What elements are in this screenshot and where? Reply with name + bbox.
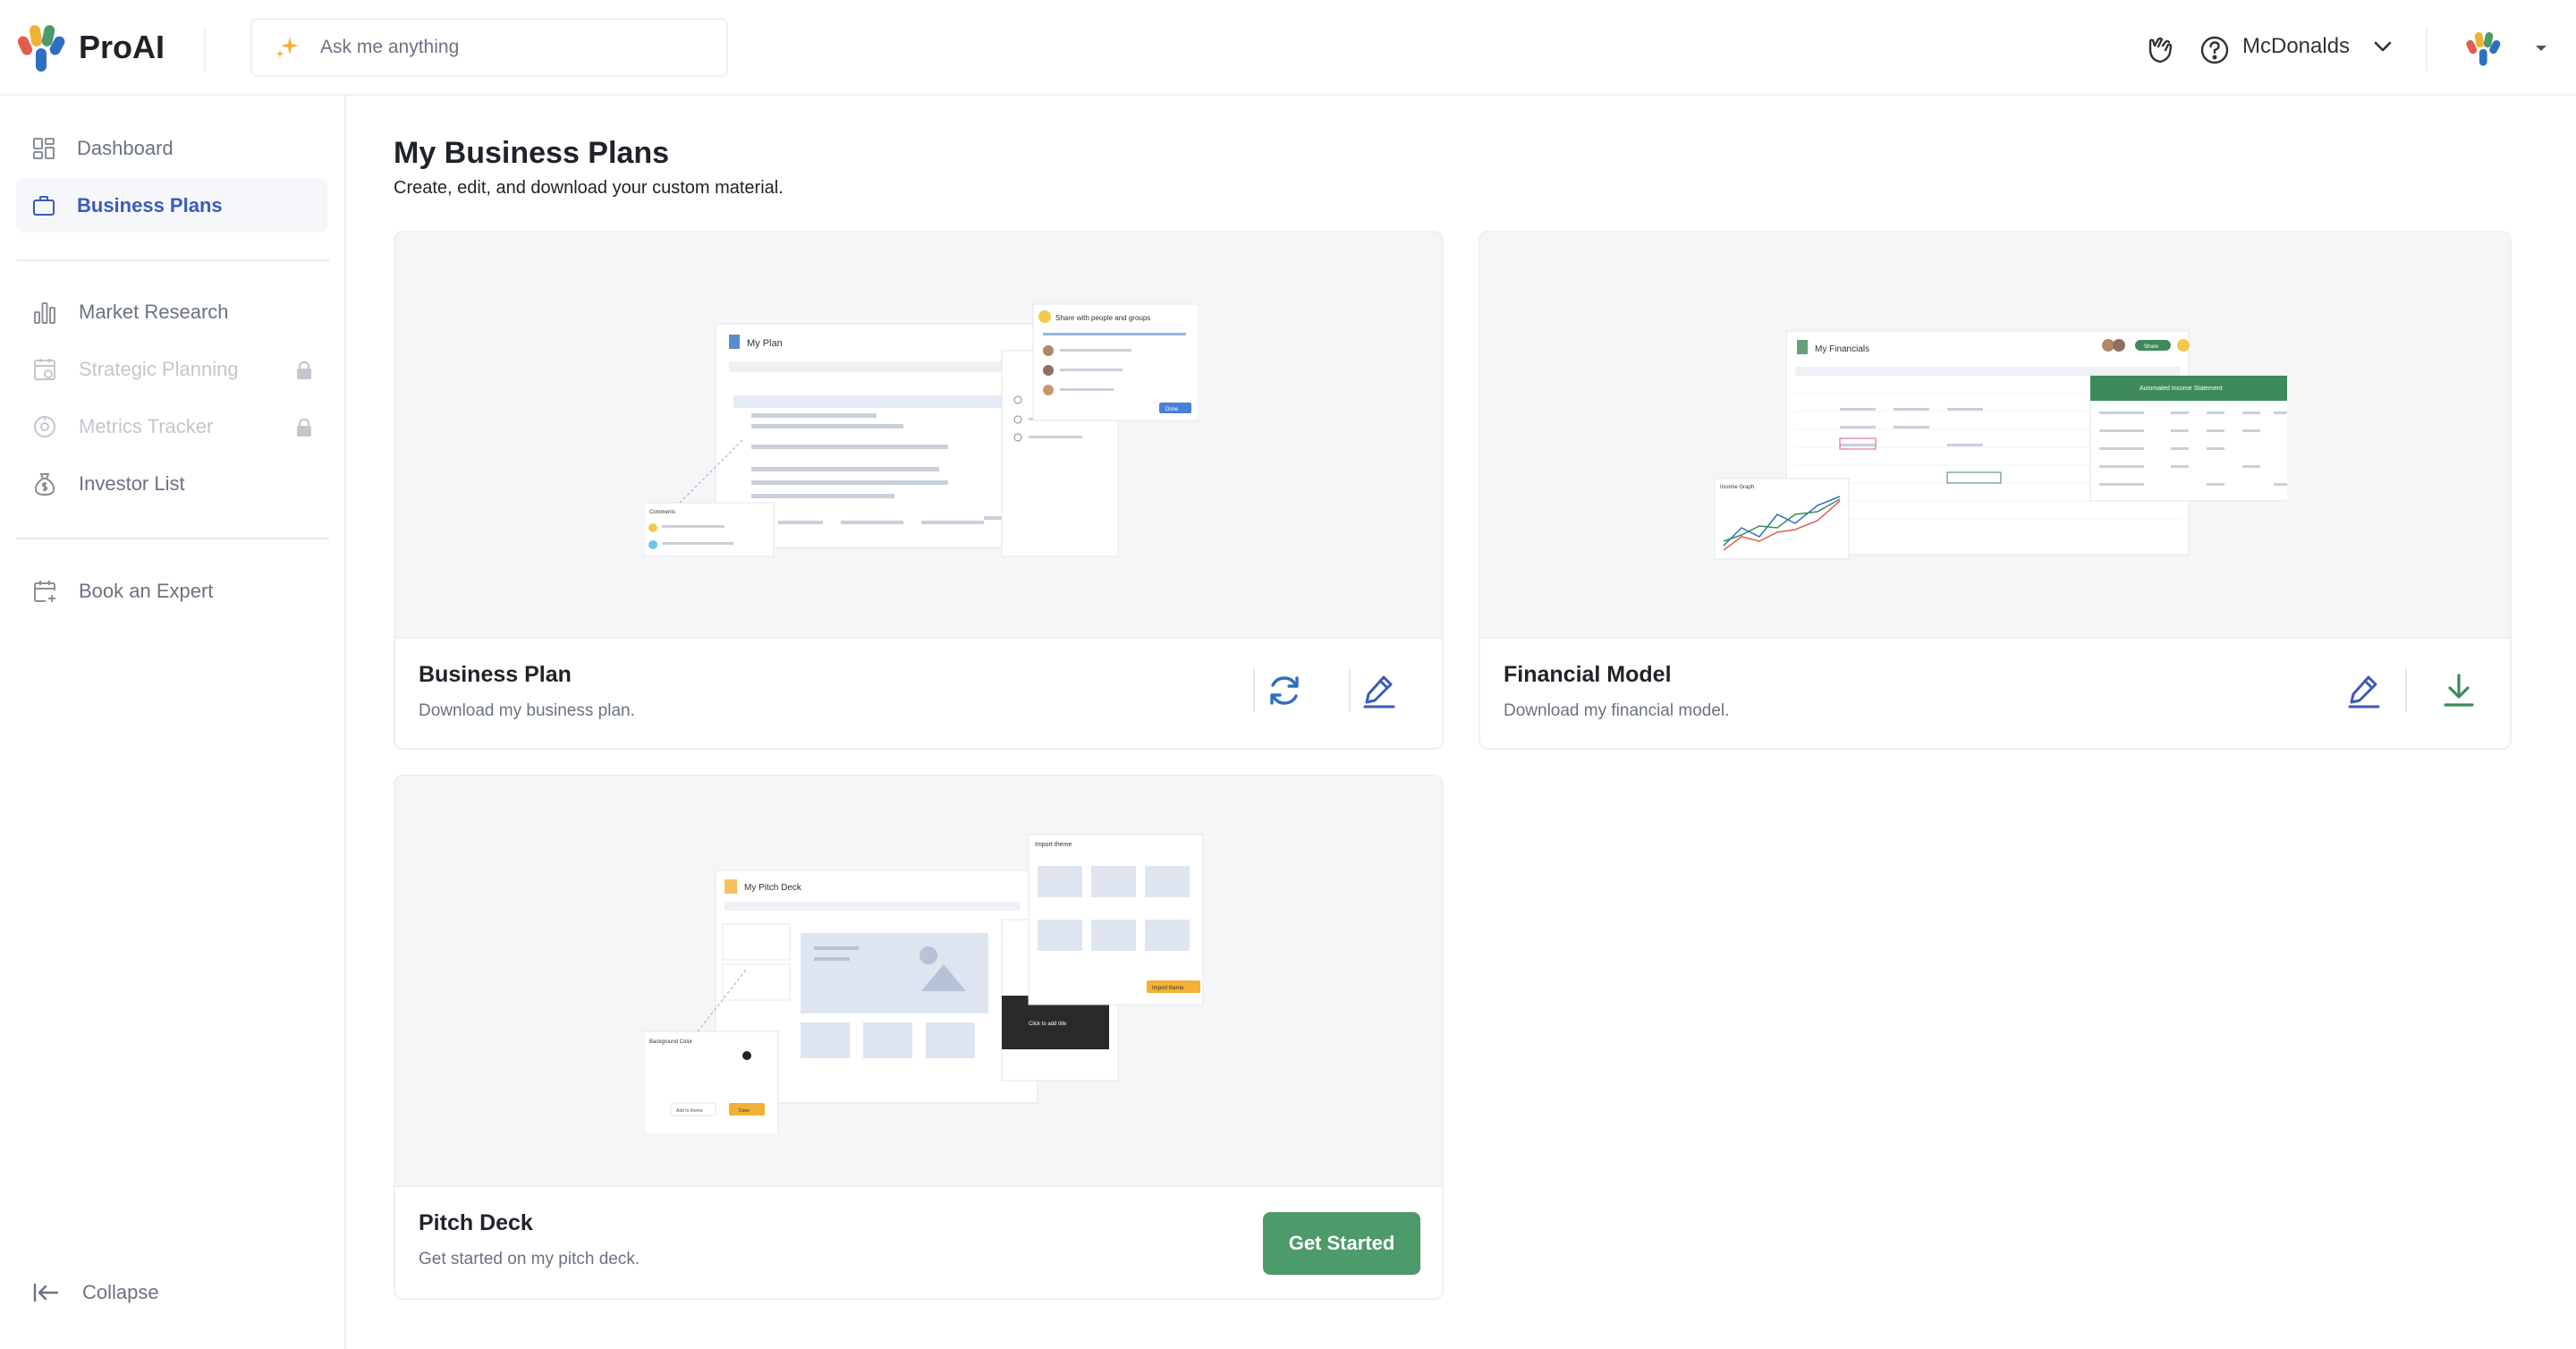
financial-model-footer: Financial Model Download my financial mo… — [1480, 637, 2510, 748]
sidebar-item-label: Strategic Planning — [79, 358, 239, 380]
card-title: Financial Model — [1504, 662, 1672, 687]
pitch-deck-card: My Pitch Deck Click to add title Import … — [394, 775, 1444, 1300]
pitch-deck-footer: Pitch Deck Get started on my pitch deck.… — [395, 1185, 1442, 1298]
sidebar-divider — [16, 538, 329, 539]
collapse-label: Collapse — [82, 1281, 159, 1303]
calendar-chart-icon — [34, 359, 55, 380]
collapse-icon — [33, 1283, 59, 1302]
get-started-button[interactable]: Get Started — [1263, 1212, 1420, 1275]
avatar — [2466, 31, 2501, 66]
preview-doc-title: My Financials — [1815, 344, 1869, 354]
preview-comments-title: Comments — [649, 510, 675, 515]
preview-slide-text: Click to add title — [1029, 1022, 1067, 1027]
sidebar-item-label: Dashboard — [77, 137, 174, 159]
preview-statement-title: Automated Income Statement — [2140, 386, 2223, 392]
preview-doc-title: My Pitch Deck — [744, 883, 802, 893]
sidebar-divider — [16, 259, 329, 261]
caret-down-icon — [2536, 46, 2546, 51]
hand-heart-icon[interactable] — [2145, 25, 2175, 75]
business-plan-preview: My Plan Share with people and groups Don… — [395, 233, 1442, 639]
sidebar-item-label: Market Research — [79, 301, 229, 323]
divider — [1253, 669, 1255, 712]
sidebar-item-dashboard[interactable]: Dashboard — [16, 122, 327, 175]
financial-model-illustration: My Financials Share Automated Income Sta… — [1715, 330, 2287, 560]
edit-button[interactable] — [2337, 664, 2391, 717]
sidebar-item-label: Book an Expert — [79, 580, 214, 602]
preview-bg-title: Background Color — [649, 1039, 692, 1045]
card-title: Business Plan — [419, 662, 572, 687]
business-plan-card: My Plan Share with people and groups Don… — [394, 231, 1444, 750]
preview-add-theme: Add to theme — [676, 1108, 703, 1114]
business-plan-footer: Business Plan Download my business plan. — [395, 637, 1442, 748]
preview-share-button: Share — [2144, 344, 2159, 350]
chevron-down-icon — [2374, 41, 2392, 52]
sidebar-item-market-research[interactable]: Market Research — [16, 285, 327, 339]
sidebar-item-label: Business Plans — [77, 194, 223, 216]
divider — [2426, 29, 2428, 72]
company-name: McDonalds — [2242, 34, 2351, 58]
user-menu[interactable] — [2465, 23, 2547, 73]
collapse-sidebar-button[interactable]: Collapse — [32, 1281, 159, 1304]
lock-icon — [297, 361, 311, 379]
bar-chart-icon — [34, 302, 55, 324]
help-icon[interactable] — [2199, 25, 2230, 75]
briefcase-icon — [33, 196, 55, 216]
divider — [2405, 669, 2407, 712]
preview-theme-title: Import theme — [1035, 842, 1072, 848]
edit-icon — [1363, 675, 1395, 708]
preview-share-title: Share with people and groups — [1055, 314, 1150, 322]
card-description: Download my business plan. — [419, 701, 635, 720]
page-subtitle: Create, edit, and download your custom m… — [394, 178, 784, 198]
calendar-add-icon — [34, 581, 55, 602]
app-name: ProAI — [79, 29, 165, 65]
lock-icon — [297, 418, 311, 437]
logo[interactable]: ProAI — [16, 20, 165, 75]
sidebar-item-investor-list[interactable]: Investor List — [16, 457, 327, 511]
sidebar-item-label: Investor List — [79, 472, 185, 495]
preview-graph-title: Income Graph — [1720, 485, 1754, 490]
edit-button[interactable] — [1352, 664, 1406, 717]
sidebar-item-metrics-tracker[interactable]: Metrics Tracker — [16, 400, 327, 454]
company-selector[interactable]: McDonalds — [2242, 21, 2393, 72]
preview-share-button: Done — [1165, 407, 1179, 412]
financial-model-card: My Financials Share Automated Income Sta… — [1479, 231, 2512, 750]
card-description: Download my financial model. — [1504, 701, 1730, 720]
regenerate-button[interactable] — [1258, 664, 1311, 717]
refresh-icon — [1270, 676, 1299, 705]
sidebar-item-strategic-planning[interactable]: Strategic Planning — [16, 343, 327, 396]
page-title: My Business Plans — [394, 136, 670, 170]
sidebar-item-label: Metrics Tracker — [79, 415, 214, 437]
sidebar: Dashboard Business Plans Market Research… — [0, 96, 346, 1349]
edit-icon — [2348, 675, 2380, 708]
preview-theme-button: Import theme — [1152, 986, 1184, 991]
dashboard-icon — [33, 138, 55, 159]
main-content: My Business Plans Create, edit, and down… — [348, 96, 2576, 1349]
gauge-icon — [34, 416, 55, 437]
card-title: Pitch Deck — [419, 1210, 533, 1235]
card-description: Get started on my pitch deck. — [419, 1250, 640, 1268]
download-button[interactable] — [2432, 664, 2486, 717]
financial-model-preview: My Financials Share Automated Income Sta… — [1480, 233, 2510, 639]
top-bar: ProAI Ask me anything McDonalds — [0, 0, 2576, 96]
money-bag-icon — [34, 473, 55, 496]
pitch-deck-preview: My Pitch Deck Click to add title Import … — [395, 776, 1442, 1186]
divider — [204, 29, 206, 72]
sidebar-item-business-plans[interactable]: Business Plans — [16, 179, 327, 233]
divider — [1349, 669, 1351, 712]
sidebar-item-book-expert[interactable]: Book an Expert — [16, 564, 327, 618]
ask-ai-placeholder: Ask me anything — [320, 37, 460, 57]
preview-done: Done — [739, 1108, 750, 1114]
sparkles-icon — [275, 37, 299, 58]
proai-logo-icon — [17, 25, 65, 72]
download-icon — [2444, 674, 2474, 707]
business-plan-illustration: My Plan Share with people and groups Don… — [644, 303, 1199, 557]
pitch-deck-illustration: My Pitch Deck Click to add title Import … — [644, 834, 1204, 1134]
ask-ai-input[interactable]: Ask me anything — [250, 18, 728, 77]
preview-doc-title: My Plan — [747, 338, 783, 349]
